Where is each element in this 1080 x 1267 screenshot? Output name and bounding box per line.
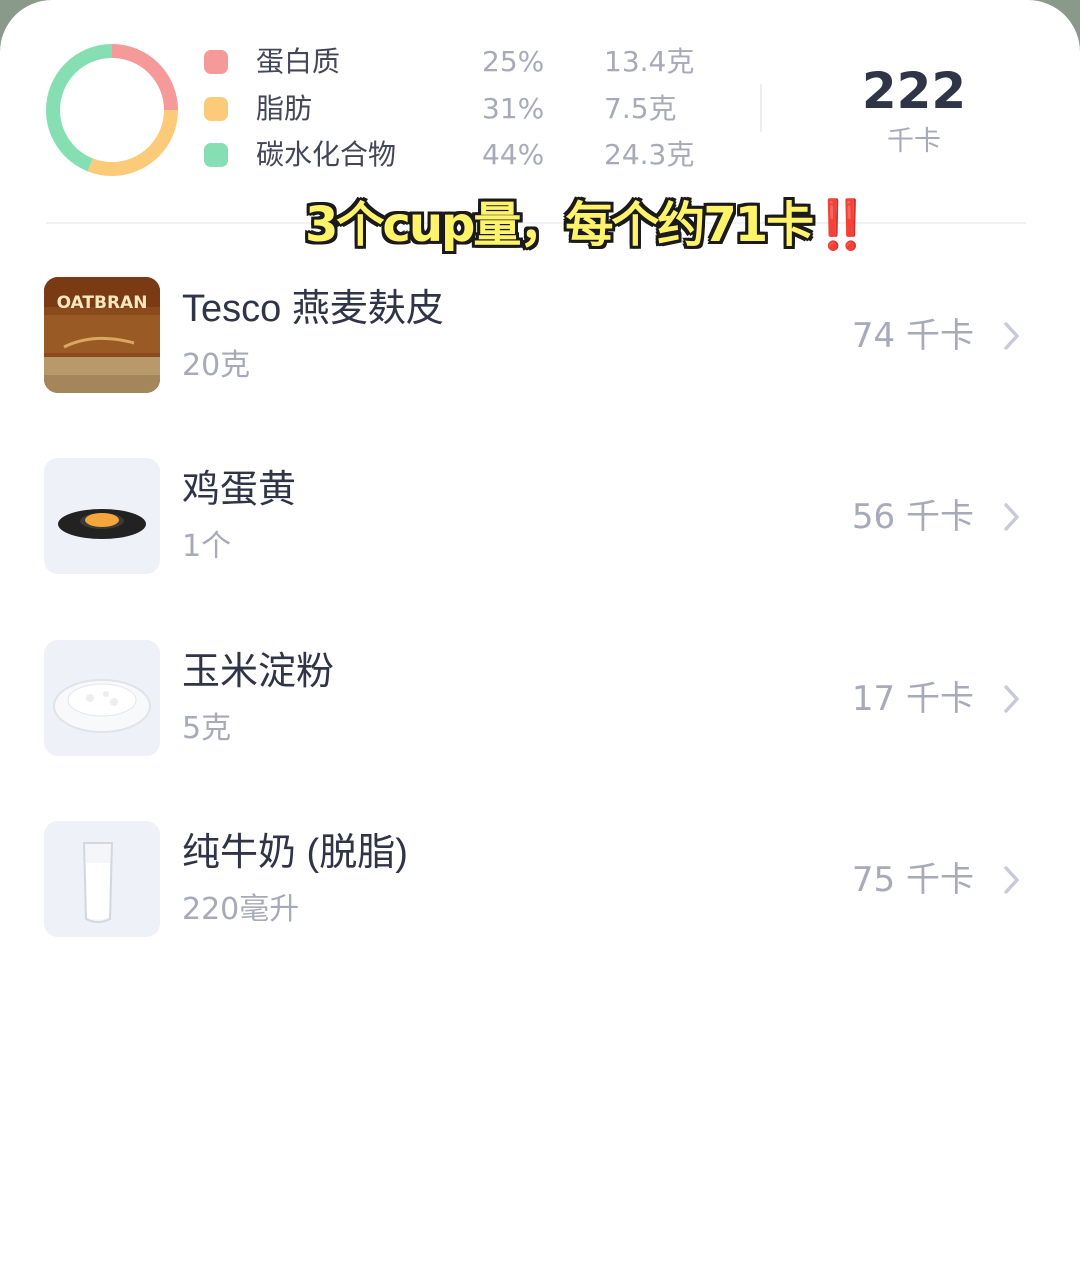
food-quantity: 5克 xyxy=(182,711,232,746)
macro-percent: 31% xyxy=(482,92,545,125)
macro-amount: 13.4克 xyxy=(604,45,695,78)
food-name: 纯牛奶 (脱脂) xyxy=(182,832,408,874)
food-calories: 17 千卡 xyxy=(851,679,974,719)
summary-divider xyxy=(760,84,762,132)
food-quantity: 220毫升 xyxy=(182,892,300,927)
oatbran-pack-icon: OATBRAN xyxy=(44,277,160,393)
food-item-cornstarch[interactable]: 玉米淀粉 5克 17 千卡 xyxy=(0,640,1080,758)
food-item-skim-milk[interactable]: 纯牛奶 (脱脂) 220毫升 75 千卡 xyxy=(0,821,1080,939)
chevron-right-icon xyxy=(1004,685,1019,713)
food-thumbnail xyxy=(44,458,160,574)
macro-row-fat: 脂肪 31% 7.5克 xyxy=(204,89,724,135)
chevron-right-icon xyxy=(1004,503,1019,531)
food-thumbnail xyxy=(44,640,160,756)
chevron-right-icon xyxy=(1004,866,1019,894)
food-quantity: 1个 xyxy=(182,529,232,564)
food-quantity: 20克 xyxy=(182,348,251,383)
food-calories: 56 千卡 xyxy=(851,497,974,537)
macro-amount: 24.3克 xyxy=(604,138,695,171)
food-calories: 75 千卡 xyxy=(851,860,974,900)
food-item-oatbran[interactable]: OATBRAN Tesco 燕麦麸皮 20克 74 千卡 xyxy=(0,277,1080,395)
macro-row-carb: 碳水化合物 44% 24.3克 xyxy=(204,135,724,181)
macro-percent: 44% xyxy=(482,138,545,171)
food-name: Tesco 燕麦麸皮 xyxy=(182,288,444,330)
caption-text: 3个cup量，每个约71卡 xyxy=(305,197,814,253)
food-calories: 74 千卡 xyxy=(851,316,974,356)
egg-yolk-plate-icon xyxy=(44,458,160,574)
milk-glass-icon xyxy=(44,821,160,937)
meal-card: 蛋白质 25% 13.4克 脂肪 31% 7.5克 碳水化合物 44% 24.3… xyxy=(0,0,1080,1267)
macro-name: 碳水化合物 xyxy=(256,138,397,171)
svg-text:OATBRAN: OATBRAN xyxy=(57,293,148,313)
macro-percent: 25% xyxy=(482,45,545,78)
food-name: 鸡蛋黄 xyxy=(182,469,297,511)
food-item-egg-yolk[interactable]: 鸡蛋黄 1个 56 千卡 xyxy=(0,458,1080,576)
macro-donut-chart xyxy=(46,44,178,176)
food-name: 玉米淀粉 xyxy=(182,651,335,693)
cornstarch-plate-icon xyxy=(44,640,160,756)
protein-color-dot xyxy=(204,50,228,74)
macro-name: 蛋白质 xyxy=(256,45,341,78)
food-thumbnail: OATBRAN xyxy=(44,277,160,393)
chevron-right-icon xyxy=(1004,322,1019,350)
macro-amount: 7.5克 xyxy=(604,92,677,125)
total-calories-unit: 千卡 xyxy=(887,126,941,157)
macro-row-protein: 蛋白质 25% 13.4克 xyxy=(204,42,724,88)
food-thumbnail xyxy=(44,821,160,937)
fat-color-dot xyxy=(204,97,228,121)
caption-overlay: 3个cup量，每个约71卡‼️ xyxy=(305,192,965,258)
double-exclamation-icon: ‼️ xyxy=(812,197,872,253)
total-calories: 222 xyxy=(861,62,967,120)
macro-name: 脂肪 xyxy=(256,92,313,125)
carb-color-dot xyxy=(204,143,228,167)
